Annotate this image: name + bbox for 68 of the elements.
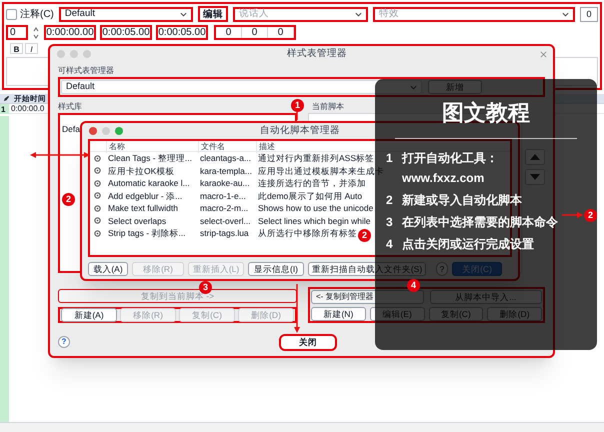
time-field[interactable]: 0:00:00.00	[44, 25, 96, 40]
table-cell-text: strip-tags.lua	[199, 227, 250, 240]
table-cell-text: Select overlaps	[107, 214, 168, 228]
row-number: 1	[0, 104, 9, 114]
table-cell-text: 应用卡拉OK模板	[107, 164, 176, 178]
layer-button[interactable]: 0	[580, 6, 598, 22]
button[interactable]: 关闭	[279, 334, 337, 350]
format-button[interactable]: B	[10, 43, 23, 54]
table-cell-text: macro-2-m...	[199, 202, 250, 215]
table-cell-text: Add edgeblur - 添...	[107, 190, 184, 202]
table-cell-text: 连接所选行的音节，并添加	[257, 177, 366, 190]
annotation-arrow	[562, 212, 583, 218]
step-number: 3	[386, 215, 394, 229]
layer-field[interactable]: 0	[6, 25, 28, 40]
caret-icon	[354, 12, 362, 16]
window-controls-icon	[56, 49, 94, 59]
table-cell-text: 从所选行中移除所有标签	[257, 227, 357, 240]
time-field[interactable]: 0:00:05.00	[156, 25, 208, 40]
table-cell-text: karaoke-au...	[199, 177, 251, 190]
table-cell: 0:00:00.0	[11, 102, 44, 114]
button[interactable]: 新建(A)	[61, 308, 117, 322]
table-cell-text: Automatic karaoke l...	[107, 177, 191, 190]
tutorial-title: 图文教程	[442, 100, 530, 126]
time-field[interactable]: 0:00:05.00	[100, 25, 152, 40]
annotation-arrow	[30, 152, 90, 158]
pencil-icon	[3, 95, 10, 102]
step-number: 1	[386, 151, 394, 167]
step-text: 点击关闭或运行完成设置	[402, 237, 534, 251]
table-cell-text: macro-1-e...	[199, 190, 247, 202]
column-header: 名称	[106, 141, 198, 153]
table-cell-text: 应用导出通过模板脚本来生成卡	[257, 164, 384, 178]
annotation-arrow	[294, 284, 300, 333]
step-text: www.fxxz.com	[402, 171, 486, 185]
step-text: 在列表中选择需要的脚本命令	[402, 215, 558, 229]
table-cell-text: Make text fullwidth	[107, 202, 179, 215]
section-label: 样式库	[58, 101, 83, 111]
edit-button[interactable]: 编辑	[198, 6, 228, 22]
column-header: 文件名	[198, 141, 256, 153]
table-cell-text: Strip tags - 剥除标...	[107, 227, 187, 240]
checkbox-label: 注释(C)	[20, 8, 54, 22]
table-cell-text: select-overl...	[199, 214, 252, 228]
table-cell-text: 通过对行内重新排列ASS标签	[257, 152, 374, 165]
table-cell-text: Select lines which begin while	[257, 214, 370, 228]
table-cell-text: Clean Tags - 整理理...	[107, 152, 194, 165]
format-button[interactable]: I	[25, 43, 38, 54]
close-icon	[540, 50, 547, 58]
button[interactable]: 新建(N)	[311, 307, 366, 321]
table-cell-text: kara-templa...	[199, 164, 253, 178]
section-label: 当前脚本	[311, 101, 345, 111]
help-button[interactable]: ?	[58, 336, 70, 348]
caret-icon	[562, 12, 569, 16]
caret-icon	[180, 12, 187, 16]
step-text: 打开自动化工具：	[402, 151, 498, 165]
table-cell-text: Shows how to use the unicode	[257, 202, 374, 215]
button[interactable]: 显示信息(I)	[248, 262, 304, 276]
window-title: 自动化脚本管理器	[259, 124, 341, 138]
checkbox[interactable]	[6, 8, 17, 20]
window-title: 样式表管理器	[286, 46, 348, 61]
table-cell-text: cleantags-a...	[199, 152, 252, 165]
table-cell-text: 此demo展示了如何用 Auto	[257, 190, 362, 202]
step-text: 新建或导入自动化脚本	[402, 193, 522, 207]
window-controls-icon	[88, 126, 126, 136]
section-label: 可样式表管理器	[58, 65, 115, 75]
step-number: 2	[386, 193, 394, 207]
style-dropdown[interactable]: Default	[58, 6, 193, 22]
button[interactable]: 载入(A)	[88, 262, 128, 276]
step-number: 4	[386, 237, 394, 251]
spinner-icon	[32, 26, 40, 40]
